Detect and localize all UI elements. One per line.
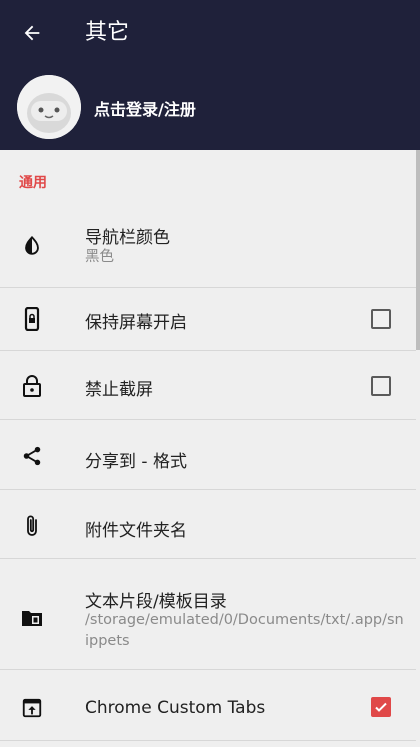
- arrow-back-icon: [24, 25, 40, 41]
- section-header-general: 通用: [19, 175, 47, 191]
- setting-title: 文本片段/模板目录: [85, 592, 227, 612]
- page-title: 其它: [85, 20, 130, 45]
- keep-screen-on-checkbox[interactable]: [371, 309, 391, 329]
- share-icon: [20, 444, 44, 468]
- avatar[interactable]: [17, 75, 81, 139]
- setting-title: Chrome Custom Tabs: [85, 698, 266, 718]
- setting-value: 黑色: [85, 249, 114, 265]
- setting-nav-bar-color[interactable]: 导航栏颜色 黑色: [0, 210, 416, 287]
- divider: [0, 740, 416, 741]
- open-in-browser-icon: [20, 696, 44, 720]
- back-button[interactable]: [20, 21, 44, 45]
- lock-icon: [20, 374, 44, 398]
- setting-title: 附件文件夹名: [85, 521, 187, 541]
- folder-icon: [20, 606, 44, 630]
- disable-screenshots-checkbox[interactable]: [371, 376, 391, 396]
- setting-disable-screenshots[interactable]: 禁止截屏: [0, 351, 416, 419]
- avatar-icon: [17, 75, 81, 139]
- setting-keep-screen-on[interactable]: 保持屏幕开启: [0, 288, 416, 350]
- login-register-link[interactable]: 点击登录/注册: [94, 96, 196, 120]
- contrast-icon: [20, 234, 44, 258]
- app-bar: 其它: [0, 0, 420, 66]
- attachment-icon: [20, 514, 44, 538]
- setting-title: 分享到 - 格式: [85, 452, 187, 472]
- setting-title: 保持屏幕开启: [85, 313, 187, 333]
- profile-header[interactable]: 点击登录/注册: [0, 66, 420, 150]
- setting-chrome-custom-tabs[interactable]: Chrome Custom Tabs: [0, 670, 416, 740]
- phone-lock-icon: [20, 307, 44, 331]
- checkmark-icon: [375, 702, 387, 712]
- setting-snippets-directory[interactable]: 文本片段/模板目录 /storage/emulated/0/Documents/…: [0, 559, 416, 669]
- setting-title: 禁止截屏: [85, 380, 153, 400]
- setting-title: 导航栏颜色: [85, 228, 170, 248]
- scrollbar[interactable]: [416, 150, 420, 350]
- setting-path: /storage/emulated/0/Documents/txt/.app/s…: [85, 612, 404, 649]
- setting-share-format[interactable]: 分享到 - 格式: [0, 420, 416, 489]
- setting-attachment-folder[interactable]: 附件文件夹名: [0, 490, 416, 558]
- chrome-custom-tabs-checkbox[interactable]: [371, 697, 391, 717]
